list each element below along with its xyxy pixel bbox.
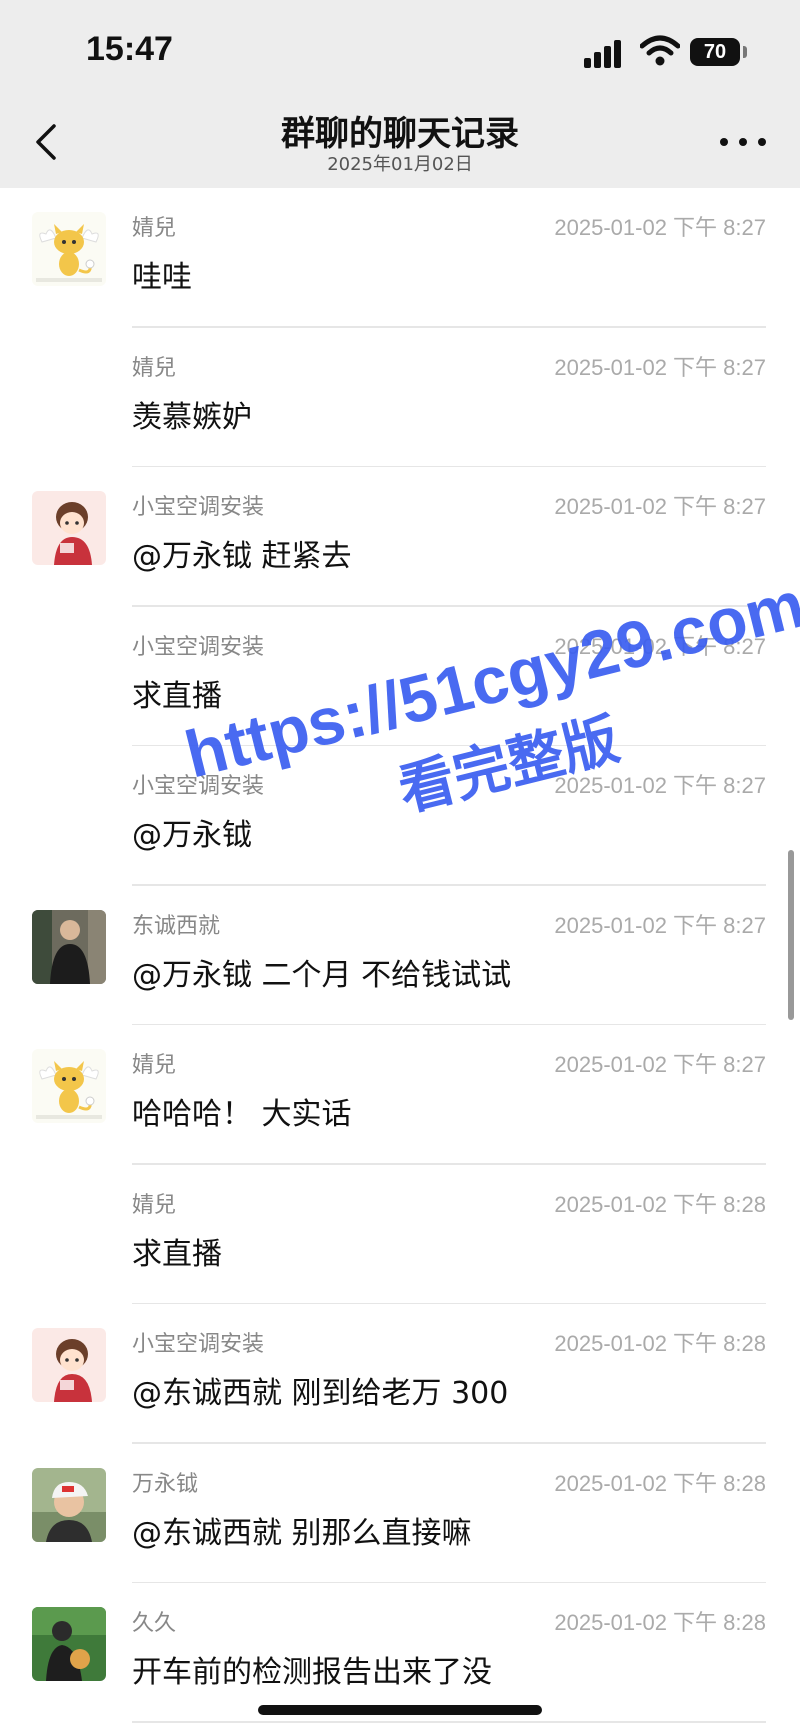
message-timestamp: 2025-01-02 下午 8:28 <box>554 1610 766 1635</box>
message-timestamp: 2025-01-02 下午 8:27 <box>554 773 766 798</box>
battery-tip <box>743 46 747 58</box>
message-timestamp: 2025-01-02 下午 8:27 <box>554 912 766 938</box>
more-options-icon[interactable] <box>718 132 768 152</box>
avatar[interactable] <box>32 1607 106 1681</box>
cellular-signal-icon <box>584 38 628 68</box>
nav-bar: 群聊的聊天记录 2025年01月02日 <box>0 102 800 188</box>
avatar[interactable] <box>32 1049 106 1123</box>
avatar[interactable] <box>32 1467 106 1542</box>
message-text: 开车前的检测报告出来了没 <box>132 1655 492 1690</box>
chat-message[interactable]: 婧兒 2025-01-02 下午 8:27 哈哈哈！ 大实话 <box>0 1025 800 1165</box>
home-indicator[interactable] <box>258 1705 542 1715</box>
message-timestamp: 2025-01-02 下午 8:28 <box>554 1470 766 1496</box>
message-timestamp: 2025-01-02 下午 8:27 <box>554 494 766 519</box>
message-timestamp: 2025-01-02 下午 8:28 <box>554 1331 766 1356</box>
sender-name: 婧兒 <box>132 216 177 241</box>
page-title: 群聊的聊天记录 <box>281 114 519 154</box>
scrollbar[interactable] <box>788 850 794 1020</box>
avatar[interactable] <box>32 1328 106 1402</box>
page-subtitle: 2025年01月02日 <box>327 154 473 175</box>
sender-name: 婧兒 <box>132 1192 177 1218</box>
status-bar: 15:47 70 <box>0 0 800 102</box>
message-text: 羡慕嫉妒 <box>132 399 252 435</box>
chat-message[interactable]: 小宝空调安装 2025-01-02 下午 8:28 @东诚西就 刚到给老万 300 <box>0 1304 800 1444</box>
chat-history-list[interactable]: 婧兒 2025-01-02 下午 8:27 哇哇 婧兒 2025-01-02 下午 8:… <box>0 188 800 1723</box>
message-text: 求直播 <box>132 678 222 714</box>
sender-name: 婧兒 <box>132 355 177 381</box>
status-time: 15:47 <box>86 30 173 68</box>
chat-message[interactable]: 小宝空调安装 2025-01-02 下午 8:27 @万永钺 赶紧去 <box>0 467 800 607</box>
wifi-icon <box>640 35 680 66</box>
sender-name: 小宝空调安装 <box>132 495 265 520</box>
message-text: @东诚西就 刚到给老万 300 <box>132 1376 509 1411</box>
sender-name: 小宝空调安装 <box>132 774 265 799</box>
message-text: 哇哇 <box>132 260 192 295</box>
chat-message[interactable]: 小宝空调安装 2025-01-02 下午 8:27 @万永钺 <box>0 746 800 886</box>
message-text: 哈哈哈！ 大实话 <box>132 1097 352 1132</box>
message-text: @万永钺 赶紧去 <box>132 539 352 574</box>
chat-message[interactable]: 东诚西就 2025-01-02 下午 8:27 @万永钺 二个月 不给钱试试 <box>0 886 800 1025</box>
message-text: @东诚西就 别那么直接嘛 <box>132 1515 472 1551</box>
divider <box>132 1721 766 1723</box>
chat-message[interactable]: 万永钺 2025-01-02 下午 8:28 @东诚西就 别那么直接嘛 <box>0 1444 800 1583</box>
chat-message[interactable]: 婧兒 2025-01-02 下午 8:28 求直播 <box>0 1165 800 1304</box>
sender-name: 婧兒 <box>132 1053 177 1078</box>
message-text: @万永钺 二个月 不给钱试试 <box>132 957 512 993</box>
chat-message[interactable]: 久久 2025-01-02 下午 8:28 开车前的检测报告出来了没 <box>0 1583 800 1723</box>
message-text: 求直播 <box>132 1236 222 1272</box>
chat-message[interactable]: 婧兒 2025-01-02 下午 8:27 哇哇 <box>0 188 800 328</box>
sender-name: 小宝空调安装 <box>132 1332 265 1357</box>
message-timestamp: 2025-01-02 下午 8:27 <box>554 354 766 380</box>
message-timestamp: 2025-01-02 下午 8:28 <box>554 1191 766 1217</box>
sender-name: 东诚西就 <box>132 913 221 939</box>
chat-message[interactable]: 婧兒 2025-01-02 下午 8:27 羡慕嫉妒 <box>0 328 800 467</box>
avatar[interactable] <box>32 491 106 565</box>
sender-name: 万永钺 <box>132 1471 199 1497</box>
battery-level: 70 <box>690 38 740 66</box>
message-timestamp: 2025-01-02 下午 8:27 <box>554 215 766 240</box>
chat-message[interactable]: 小宝空调安装 2025-01-02 下午 8:27 求直播 <box>0 607 800 746</box>
message-timestamp: 2025-01-02 下午 8:27 <box>554 633 766 659</box>
sender-name: 小宝空调安装 <box>132 634 265 660</box>
avatar[interactable] <box>32 909 106 984</box>
message-timestamp: 2025-01-02 下午 8:27 <box>554 1052 766 1077</box>
message-text: @万永钺 <box>132 818 252 853</box>
sender-name: 久久 <box>132 1611 177 1636</box>
avatar[interactable] <box>32 212 106 286</box>
